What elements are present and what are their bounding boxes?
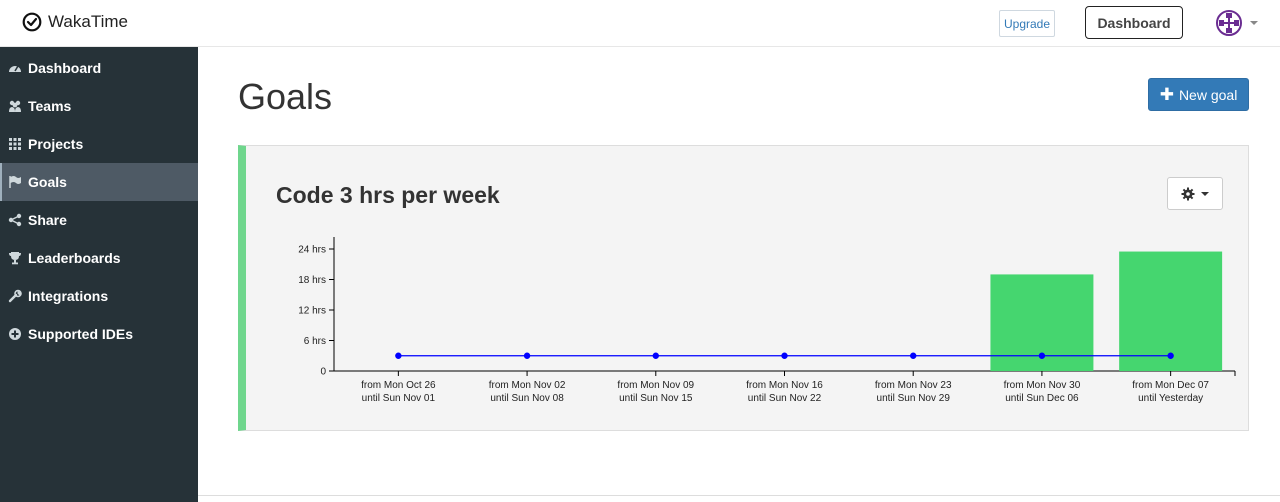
sidebar-item-projects[interactable]: Projects [0, 125, 198, 163]
sidebar-item-label: Leaderboards [28, 250, 121, 266]
x-tick-label: until Sun Nov 08 [490, 393, 564, 404]
x-tick-label: from Mon Dec 07 [1132, 380, 1209, 391]
x-tick-label: from Mon Nov 16 [746, 380, 823, 391]
plus-icon: ✚ [1159, 85, 1174, 104]
goal-point [1038, 352, 1046, 359]
x-tick-label: until Yesterday [1138, 393, 1203, 404]
sidebar-item-teams[interactable]: Teams [0, 87, 198, 125]
sidebar-item-dashboard[interactable]: Dashboard [0, 49, 198, 87]
new-goal-button[interactable]: ✚ New goal [1148, 78, 1249, 111]
y-tick-label: 24 hrs [298, 245, 326, 256]
goal-point [781, 352, 788, 359]
x-tick-label: from Mon Nov 30 [1004, 380, 1081, 391]
x-tick-label: from Mon Nov 09 [617, 380, 694, 391]
x-tick-label: from Mon Oct 26 [361, 380, 436, 391]
footer-divider [198, 495, 1280, 496]
goal-chart: 0 6 hrs 12 hrs 18 hrs 24 hrs from Mon Oct 26 u… [298, 237, 1236, 404]
goal-point [523, 352, 531, 359]
grid-icon [7, 137, 22, 151]
sidebar-item-label: Projects [28, 136, 84, 152]
y-tick-label: 0 [320, 367, 326, 378]
sidebar-item-goals[interactable]: Goals [0, 163, 198, 201]
users-icon [7, 99, 22, 113]
goal-point [652, 352, 659, 359]
plus-circle-icon [7, 327, 22, 341]
goal-point [910, 352, 917, 359]
goal-point [395, 352, 402, 359]
share-icon [7, 213, 22, 227]
sidebar-item-label: Goals [28, 174, 67, 190]
sidebar-item-integrations[interactable]: Integrations [0, 277, 198, 315]
dashboard-icon [7, 61, 22, 75]
y-tick-label: 18 hrs [298, 275, 326, 286]
x-tick-label: from Mon Nov 02 [489, 380, 566, 391]
x-tick-label: until Sun Dec 06 [1005, 393, 1079, 404]
sidebar-item-leaderboards[interactable]: Leaderboards [0, 239, 198, 277]
new-goal-label: New goal [1178, 86, 1238, 103]
account-caret-icon[interactable] [1250, 21, 1258, 25]
y-tick-label: 12 hrs [298, 306, 326, 317]
goal-panel: Code 3 hrs per week 06 hrs 12 hrs 18 hrs 24… [238, 145, 1249, 431]
x-tick-label: until Sun Nov 29 [877, 393, 951, 404]
avatar[interactable] [1216, 10, 1242, 36]
trophy-icon [7, 251, 22, 265]
goal-point [1167, 352, 1174, 359]
sidebar-item-share[interactable]: Share [0, 201, 198, 239]
brand-link[interactable]: WakaTime [22, 12, 128, 32]
flag-icon [7, 175, 22, 189]
sidebar: Dashboard Teams Projects Goals Share Lea… [0, 47, 198, 502]
x-tick-label: until Sun Nov 15 [619, 393, 693, 404]
sidebar-item-label: Dashboard [28, 60, 102, 76]
y-tick-label: 6 hrs [304, 336, 326, 347]
sidebar-item-supported-ides[interactable]: Supported IDEs [0, 315, 198, 353]
brand-name: WakaTime [48, 12, 128, 31]
dashboard-button[interactable]: Dashboard [1085, 6, 1183, 39]
wakatime-logo-icon [22, 12, 42, 32]
sidebar-item-label: Supported IDEs [28, 326, 134, 342]
sidebar-item-label: Integrations [28, 288, 109, 304]
sidebar-item-label: Teams [28, 98, 72, 114]
wrench-icon [7, 289, 22, 303]
page-title: Goals [238, 76, 333, 117]
x-tick-label: from Mon Nov 23 [875, 380, 952, 391]
sidebar-item-label: Share [28, 212, 67, 228]
top-navbar: WakaTime Upgrade Dashboard [0, 0, 1280, 47]
x-tick-label: until Sun Nov 01 [362, 393, 436, 404]
x-tick-label: until Sun Nov 22 [748, 393, 822, 404]
upgrade-button[interactable]: Upgrade [999, 10, 1055, 37]
